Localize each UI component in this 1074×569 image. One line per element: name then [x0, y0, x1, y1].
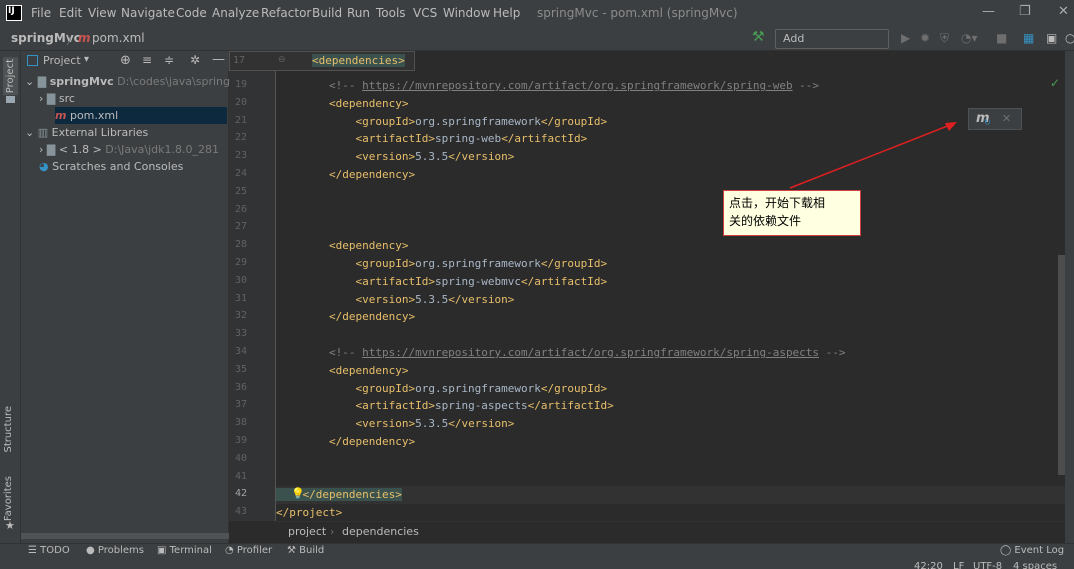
tool-label: TODO: [40, 545, 70, 556]
hammer-icon: ⚒: [287, 545, 300, 556]
breadcrumb-dependencies[interactable]: dependencies: [342, 525, 419, 538]
breadcrumb-separator: ›: [330, 525, 335, 538]
event-log-icon: ◯: [1000, 545, 1015, 556]
tool-label: Event Log: [1014, 545, 1065, 556]
tool-todo[interactable]: ☰ TODO: [28, 545, 70, 556]
annotation-line-2: 关的依赖文件: [729, 214, 802, 228]
breadcrumb-project[interactable]: project: [288, 525, 326, 538]
tool-event-log[interactable]: ◯ Event Log: [1000, 545, 1064, 556]
tool-problems[interactable]: ● Problems: [86, 545, 144, 556]
annotation-callout: 点击，开始下载相 关的依赖文件: [723, 190, 861, 236]
annotation-arrow: [789, 122, 957, 189]
problems-icon: ●: [86, 545, 98, 556]
line-separator[interactable]: LF: [953, 561, 964, 569]
bottom-tool-bar: ☰ TODO ● Problems ▣ Terminal ◔ Profiler …: [0, 543, 1074, 561]
tool-profiler[interactable]: ◔ Profiler: [225, 545, 272, 556]
status-bar: 42:20 LF UTF-8 4 spaces: [0, 561, 1074, 569]
tool-label: Profiler: [236, 545, 273, 556]
editor-breadcrumbs: project › dependencies: [276, 521, 1065, 543]
caret-position[interactable]: 42:20: [914, 561, 943, 569]
indent-setting[interactable]: 4 spaces: [1013, 561, 1057, 569]
terminal-icon: ▣: [157, 545, 170, 556]
file-encoding[interactable]: UTF-8: [973, 561, 1002, 569]
tool-build[interactable]: ⚒ Build: [287, 545, 324, 556]
tool-label: Build: [299, 545, 325, 556]
profiler-icon: ◔: [225, 545, 237, 556]
tool-label: Problems: [97, 545, 144, 556]
annotation-line-1: 点击，开始下载相: [729, 196, 826, 210]
tool-label: Terminal: [169, 545, 212, 556]
arrow-line: [789, 124, 951, 189]
tool-terminal[interactable]: ▣ Terminal: [157, 545, 212, 556]
list-icon: ☰: [28, 545, 41, 556]
arrow-head: [945, 122, 957, 131]
